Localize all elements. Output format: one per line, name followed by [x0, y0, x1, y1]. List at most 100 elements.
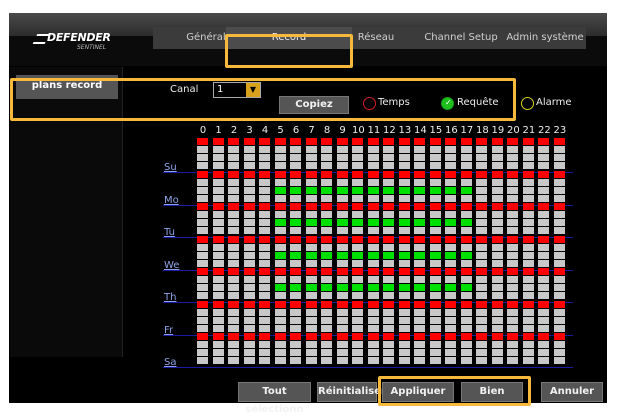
schedule-cell[interactable]	[460, 251, 472, 259]
schedule-cell[interactable]	[259, 154, 270, 161]
schedule-cell[interactable]	[553, 308, 565, 316]
schedule-cell[interactable]	[522, 227, 534, 234]
schedule-cell[interactable]	[259, 146, 270, 153]
schedule-cell[interactable]	[445, 194, 456, 202]
schedule-cell[interactable]	[398, 243, 410, 251]
schedule-cell[interactable]	[367, 300, 379, 308]
schedule-cell[interactable]	[460, 178, 472, 186]
schedule-cell[interactable]	[398, 259, 410, 267]
schedule-cell[interactable]	[197, 268, 208, 275]
schedule-cell[interactable]	[274, 186, 286, 194]
schedule-cell[interactable]	[259, 316, 270, 324]
schedule-cell[interactable]	[476, 316, 487, 324]
schedule-cell[interactable]	[429, 186, 441, 194]
schedule-cell[interactable]	[507, 292, 518, 299]
schedule-cell[interactable]	[491, 333, 503, 340]
schedule-cell[interactable]	[414, 211, 425, 218]
select-all-button[interactable]: Tout sélectionn	[238, 382, 311, 415]
schedule-cell[interactable]	[553, 178, 565, 186]
schedule-cell[interactable]	[336, 235, 348, 243]
schedule-cell[interactable]	[243, 243, 255, 251]
schedule-cell[interactable]	[476, 243, 487, 251]
schedule-cell[interactable]	[336, 251, 348, 259]
schedule-cell[interactable]	[414, 268, 425, 275]
schedule-cell[interactable]	[414, 276, 425, 283]
schedule-cell[interactable]	[228, 178, 239, 186]
schedule-cell[interactable]	[538, 138, 549, 145]
schedule-cell[interactable]	[305, 259, 317, 267]
schedule-cell[interactable]	[522, 186, 534, 194]
schedule-cell[interactable]	[228, 268, 239, 275]
schedule-cell[interactable]	[538, 357, 549, 364]
schedule-cell[interactable]	[274, 308, 286, 316]
schedule-cell[interactable]	[429, 284, 441, 291]
schedule-cell[interactable]	[259, 162, 270, 169]
schedule-cell[interactable]	[336, 211, 348, 218]
schedule-cell[interactable]	[367, 170, 379, 178]
schedule-cell[interactable]	[243, 349, 255, 356]
schedule-cell[interactable]	[522, 243, 534, 251]
schedule-cell[interactable]	[259, 235, 270, 243]
schedule-cell[interactable]	[243, 333, 255, 340]
schedule-cell[interactable]	[553, 259, 565, 267]
schedule-cell[interactable]	[197, 186, 208, 194]
schedule-cell[interactable]	[243, 146, 255, 153]
schedule-cell[interactable]	[367, 316, 379, 324]
schedule-cell[interactable]	[398, 292, 410, 299]
schedule-cell[interactable]	[290, 194, 301, 202]
schedule-cell[interactable]	[290, 268, 301, 275]
schedule-cell[interactable]	[522, 178, 534, 186]
schedule-cell[interactable]	[352, 324, 363, 332]
schedule-cell[interactable]	[321, 292, 332, 299]
schedule-cell[interactable]	[414, 308, 425, 316]
schedule-cell[interactable]	[460, 308, 472, 316]
schedule-cell[interactable]	[398, 194, 410, 202]
schedule-cell[interactable]	[507, 243, 518, 251]
schedule-cell[interactable]	[491, 292, 503, 299]
schedule-cell[interactable]	[290, 259, 301, 267]
schedule-cell[interactable]	[383, 203, 394, 210]
schedule-cell[interactable]	[460, 259, 472, 267]
schedule-cell[interactable]	[445, 178, 456, 186]
schedule-cell[interactable]	[491, 276, 503, 283]
schedule-cell[interactable]	[367, 186, 379, 194]
schedule-cell[interactable]	[429, 341, 441, 348]
schedule-cell[interactable]	[553, 186, 565, 194]
schedule-cell[interactable]	[538, 227, 549, 234]
schedule-cell[interactable]	[429, 268, 441, 275]
schedule-cell[interactable]	[259, 300, 270, 308]
schedule-cell[interactable]	[445, 292, 456, 299]
schedule-cell[interactable]	[336, 292, 348, 299]
schedule-cell[interactable]	[383, 227, 394, 234]
schedule-cell[interactable]	[352, 203, 363, 210]
schedule-cell[interactable]	[398, 203, 410, 210]
schedule-cell[interactable]	[290, 292, 301, 299]
schedule-cell[interactable]	[383, 300, 394, 308]
schedule-cell[interactable]	[336, 178, 348, 186]
schedule-cell[interactable]	[274, 203, 286, 210]
schedule-cell[interactable]	[212, 146, 224, 153]
schedule-cell[interactable]	[460, 284, 472, 291]
schedule-cell[interactable]	[321, 154, 332, 161]
schedule-cell[interactable]	[383, 308, 394, 316]
schedule-cell[interactable]	[274, 178, 286, 186]
schedule-cell[interactable]	[212, 235, 224, 243]
schedule-cell[interactable]	[367, 203, 379, 210]
schedule-cell[interactable]	[538, 154, 549, 161]
schedule-cell[interactable]	[336, 154, 348, 161]
schedule-cell[interactable]	[445, 324, 456, 332]
schedule-cell[interactable]	[445, 308, 456, 316]
schedule-cell[interactable]	[491, 186, 503, 194]
schedule-cell[interactable]	[398, 178, 410, 186]
schedule-cell[interactable]	[352, 316, 363, 324]
schedule-cell[interactable]	[259, 219, 270, 226]
schedule-cell[interactable]	[321, 357, 332, 364]
schedule-cell[interactable]	[243, 324, 255, 332]
schedule-cell[interactable]	[290, 154, 301, 161]
schedule-cell[interactable]	[414, 170, 425, 178]
schedule-cell[interactable]	[507, 211, 518, 218]
schedule-cell[interactable]	[367, 259, 379, 267]
schedule-cell[interactable]	[538, 324, 549, 332]
schedule-cell[interactable]	[460, 211, 472, 218]
schedule-cell[interactable]	[352, 194, 363, 202]
